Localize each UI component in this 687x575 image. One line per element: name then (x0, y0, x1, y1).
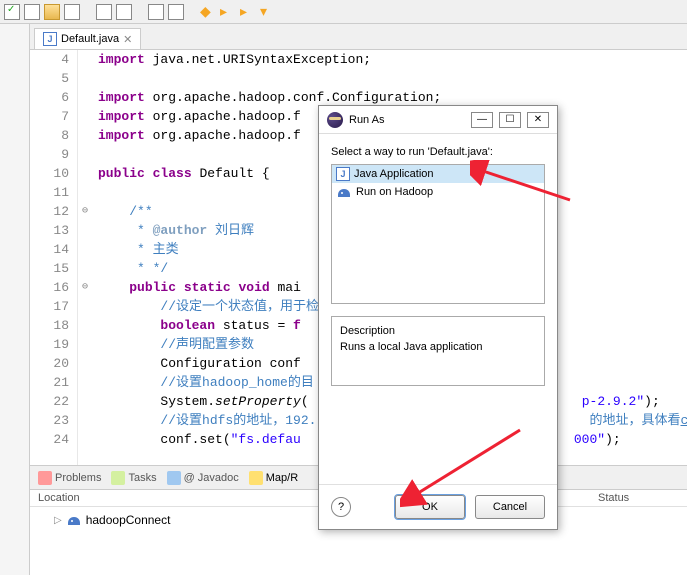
java-file-icon: J (43, 32, 57, 46)
new-class-icon[interactable] (116, 4, 132, 20)
editor-tabbar: J Default.java ✕ (30, 24, 687, 50)
arrow-icon[interactable]: ▸ (220, 4, 236, 20)
fold-gutter[interactable]: ⊖⊖ (78, 50, 92, 465)
ok-button[interactable]: OK (395, 495, 465, 519)
tab-filename: Default.java (61, 33, 119, 45)
tasks-icon (111, 471, 125, 485)
tab-problems[interactable]: Problems (38, 471, 101, 485)
run-option-label: Java Application (354, 168, 434, 180)
map-icon (249, 471, 263, 485)
editor-tab-default[interactable]: J Default.java ✕ (34, 28, 141, 49)
new-package-icon[interactable] (96, 4, 112, 20)
eclipse-icon (327, 112, 343, 128)
tab-map[interactable]: Map/R (249, 471, 298, 485)
close-button[interactable]: ✕ (527, 112, 549, 128)
problems-icon (38, 471, 52, 485)
tab-tasks[interactable]: Tasks (111, 471, 156, 485)
hadoop-elephant-icon (336, 185, 352, 199)
arrow-down-icon[interactable]: ▾ (260, 4, 276, 20)
hadoop-elephant-icon (66, 513, 82, 527)
description-text: Runs a local Java application (340, 341, 536, 353)
dialog-titlebar[interactable]: Run As — ☐ ✕ (319, 106, 557, 134)
run-option[interactable]: Run on Hadoop (332, 183, 544, 201)
open-icon[interactable] (44, 4, 60, 20)
main-toolbar: ◆ ▸ ▸ ▾ (0, 0, 687, 24)
tree-item-label: hadoopConnect (86, 513, 171, 527)
help-button[interactable]: ? (331, 497, 351, 517)
java-app-icon: J (336, 167, 350, 181)
dialog-title: Run As (349, 114, 384, 126)
tool-icon-3[interactable] (148, 4, 164, 20)
dialog-prompt: Select a way to run 'Default.java': (331, 146, 545, 158)
minimize-button[interactable]: — (471, 112, 493, 128)
expand-icon[interactable]: ▷ (54, 515, 62, 526)
maximize-button[interactable]: ☐ (499, 112, 521, 128)
tool-icon-4[interactable] (168, 4, 184, 20)
back-icon[interactable]: ◆ (200, 4, 216, 20)
cancel-button[interactable]: Cancel (475, 495, 545, 519)
tab-javadoc[interactable]: @ Javadoc (167, 471, 239, 485)
save-icon[interactable] (4, 4, 20, 20)
arrow-icon-2[interactable]: ▸ (240, 4, 256, 20)
description-box: Description Runs a local Java applicatio… (331, 316, 545, 386)
javadoc-icon (167, 471, 181, 485)
run-as-dialog: Run As — ☐ ✕ Select a way to run 'Defaul… (318, 105, 558, 530)
tool-icon[interactable] (24, 4, 40, 20)
tool-icon-2[interactable] (64, 4, 80, 20)
col-status[interactable]: Status (598, 492, 629, 504)
run-options-list[interactable]: J Java Application Run on Hadoop (331, 164, 545, 304)
marker-ruler (0, 24, 30, 575)
run-option-label: Run on Hadoop (356, 186, 433, 198)
line-gutter: 456789101112131415161718192021222324 (30, 50, 78, 465)
run-option[interactable]: J Java Application (332, 165, 544, 183)
tab-close-icon[interactable]: ✕ (123, 33, 132, 46)
description-title: Description (340, 325, 536, 337)
